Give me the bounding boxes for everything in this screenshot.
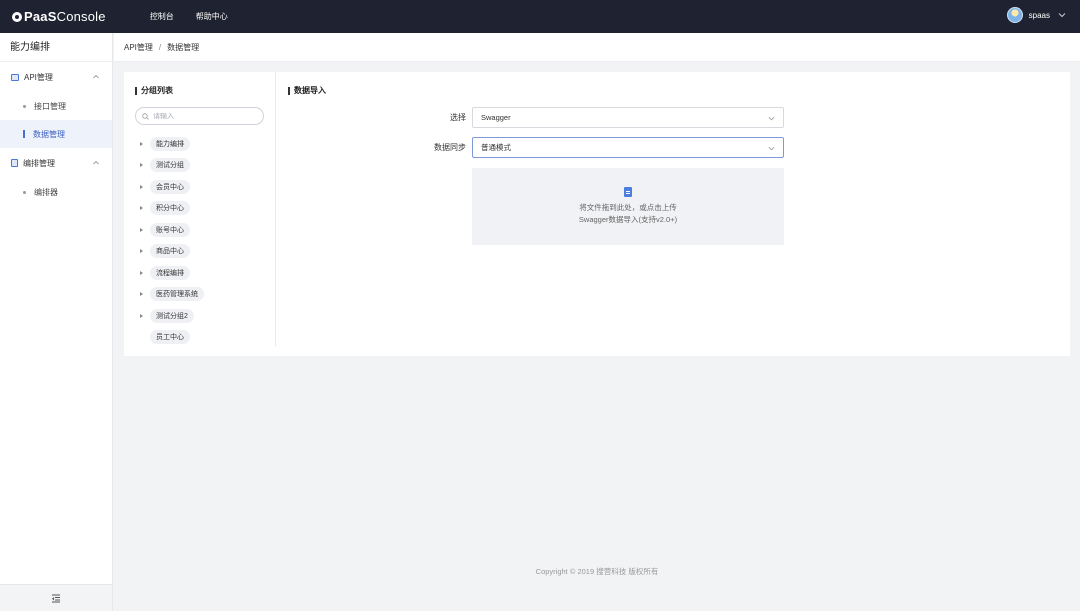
- top-navbar: PaaS Console 控制台 帮助中心 spaas: [0, 0, 1080, 33]
- file-upload-icon: [624, 187, 632, 197]
- sidebar-item-interface-management[interactable]: 接口管理: [0, 92, 112, 120]
- leaf-spacer: [140, 335, 143, 339]
- sidebar-item-label: 接口管理: [34, 101, 66, 111]
- breadcrumb-item-api-management[interactable]: API管理: [124, 42, 153, 53]
- source-select-value: Swagger: [481, 113, 511, 122]
- group-list-title: 分组列表: [135, 85, 264, 96]
- sidebar-title: 能力编排: [0, 33, 112, 62]
- user-menu[interactable]: spaas: [1006, 7, 1066, 23]
- breadcrumb-item-data-management: 数据管理: [167, 42, 200, 52]
- data-import-panel: 数据导入: [288, 85, 326, 96]
- form-row-sync: 数据同步 普通模式: [380, 137, 784, 158]
- source-select[interactable]: Swagger: [472, 107, 784, 128]
- chevron-up-icon[interactable]: [92, 159, 100, 167]
- tree-node-label[interactable]: 流程编排: [150, 265, 190, 280]
- sidebar-item-label: 编排器: [34, 187, 58, 197]
- group-tree: 能力编排 测试分组 会员中心 积分中心 账号中心 商品中心 流程编排 医药管理系…: [135, 133, 264, 348]
- caret-right-icon[interactable]: [140, 292, 143, 297]
- group-list-title-text: 分组列表: [141, 86, 173, 95]
- sidebar-item-label: 数据管理: [33, 129, 65, 139]
- group-search-input[interactable]: [153, 112, 253, 120]
- bullet-dot-icon: [23, 190, 26, 194]
- copyright-footer: Copyright © 2019 搜营科技 版权所有: [535, 567, 659, 576]
- caret-right-icon[interactable]: [140, 163, 143, 168]
- tree-node-label[interactable]: 商品中心: [150, 244, 190, 259]
- collapse-menu-icon: [52, 594, 60, 602]
- caret-right-icon[interactable]: [140, 227, 143, 232]
- tree-node[interactable]: 医药管理系统: [135, 284, 264, 306]
- group-search: [135, 107, 264, 125]
- data-import-title: 数据导入: [288, 85, 326, 96]
- caret-right-icon[interactable]: [140, 270, 143, 275]
- caret-right-icon[interactable]: [140, 249, 143, 254]
- sync-mode-label: 数据同步: [434, 143, 466, 152]
- sidebar-group-api-management[interactable]: API管理: [0, 62, 112, 92]
- bullet-dot-icon: [23, 104, 26, 108]
- avatar[interactable]: [1006, 7, 1023, 23]
- api-folder-icon: [11, 73, 19, 81]
- nav-item-help-center[interactable]: 帮助中心: [196, 11, 228, 22]
- chevron-down-icon[interactable]: [768, 115, 775, 122]
- tree-node[interactable]: 测试分组2: [135, 305, 264, 327]
- sidebar-item-data-management[interactable]: 数据管理: [0, 120, 112, 148]
- tree-node-label[interactable]: 能力编排: [150, 136, 190, 151]
- sidebar-group-label: 编排管理: [23, 158, 55, 168]
- tree-node[interactable]: 账号中心: [135, 219, 264, 241]
- tree-node-label[interactable]: 测试分组2: [150, 308, 194, 323]
- brand-name-rest: Console: [56, 9, 106, 24]
- caret-right-icon[interactable]: [140, 206, 143, 211]
- tree-node-label[interactable]: 测试分组: [150, 158, 190, 173]
- tree-node[interactable]: 流程编排: [135, 262, 264, 284]
- brand-name-strong: PaaS: [24, 9, 57, 24]
- tree-node-label[interactable]: 医药管理系统: [150, 287, 204, 302]
- data-import-title-text: 数据导入: [294, 86, 326, 95]
- tree-node[interactable]: 测试分组: [135, 155, 264, 177]
- source-select-label: 选择: [450, 113, 466, 122]
- breadcrumb-separator: /: [158, 42, 162, 52]
- sync-mode-value: 普通模式: [481, 143, 511, 152]
- upload-dropzone[interactable]: 将文件拖到此处，或点击上传 Swagger数据导入(支持v2.0+): [472, 168, 784, 245]
- tree-node-label[interactable]: 积分中心: [150, 201, 190, 216]
- group-list-panel: 分组列表 能力编排 测试分组 会员中心 积分中心 账号中心 商品中心 流程编排 …: [124, 72, 276, 346]
- sidebar-item-orchestrator[interactable]: 编排器: [0, 178, 112, 206]
- sync-mode-select[interactable]: 普通模式: [472, 137, 784, 158]
- user-name: spaas: [1028, 10, 1050, 20]
- upload-hint-line1: 将文件拖到此处，或点击上传: [579, 203, 677, 212]
- tree-node-label[interactable]: 员工中心: [150, 330, 190, 345]
- tree-node[interactable]: 员工中心: [135, 327, 264, 349]
- top-nav: 控制台 帮助中心: [150, 11, 250, 22]
- chevron-down-icon[interactable]: [768, 145, 775, 152]
- tree-node[interactable]: 能力编排: [135, 133, 264, 155]
- caret-right-icon[interactable]: [140, 141, 143, 146]
- tree-node[interactable]: 商品中心: [135, 241, 264, 263]
- title-mark-icon: [135, 86, 137, 95]
- tree-node-label[interactable]: 会员中心: [150, 179, 190, 194]
- orchestration-doc-icon: [11, 159, 18, 167]
- form-row-source: 选择 Swagger: [380, 107, 784, 128]
- upload-hint-line2: Swagger数据导入(支持v2.0+): [578, 215, 678, 224]
- search-icon: [142, 112, 149, 120]
- sidebar-group-label: API管理: [24, 72, 53, 82]
- sidebar: 能力编排 API管理 接口管理 数据管理 编排管理 编排器: [0, 33, 113, 611]
- chevron-down-icon[interactable]: [1058, 11, 1066, 19]
- logo-mark-icon: [12, 11, 22, 22]
- active-indicator-icon: [23, 130, 25, 138]
- breadcrumb: API管理 / 数据管理: [114, 33, 1080, 62]
- tree-node-label[interactable]: 账号中心: [150, 222, 190, 237]
- caret-right-icon[interactable]: [140, 184, 143, 189]
- tree-node[interactable]: 积分中心: [135, 198, 264, 220]
- nav-item-console[interactable]: 控制台: [150, 11, 174, 22]
- tree-node[interactable]: 会员中心: [135, 176, 264, 198]
- main-card: 分组列表 能力编排 测试分组 会员中心 积分中心 账号中心 商品中心 流程编排 …: [124, 72, 1070, 356]
- chevron-up-icon[interactable]: [92, 73, 100, 81]
- caret-right-icon[interactable]: [140, 313, 143, 318]
- app-logo[interactable]: PaaS Console: [12, 9, 106, 24]
- sidebar-collapse-button[interactable]: [0, 584, 112, 611]
- title-mark-icon: [288, 86, 290, 95]
- sidebar-group-orchestration-management[interactable]: 编排管理: [0, 148, 112, 178]
